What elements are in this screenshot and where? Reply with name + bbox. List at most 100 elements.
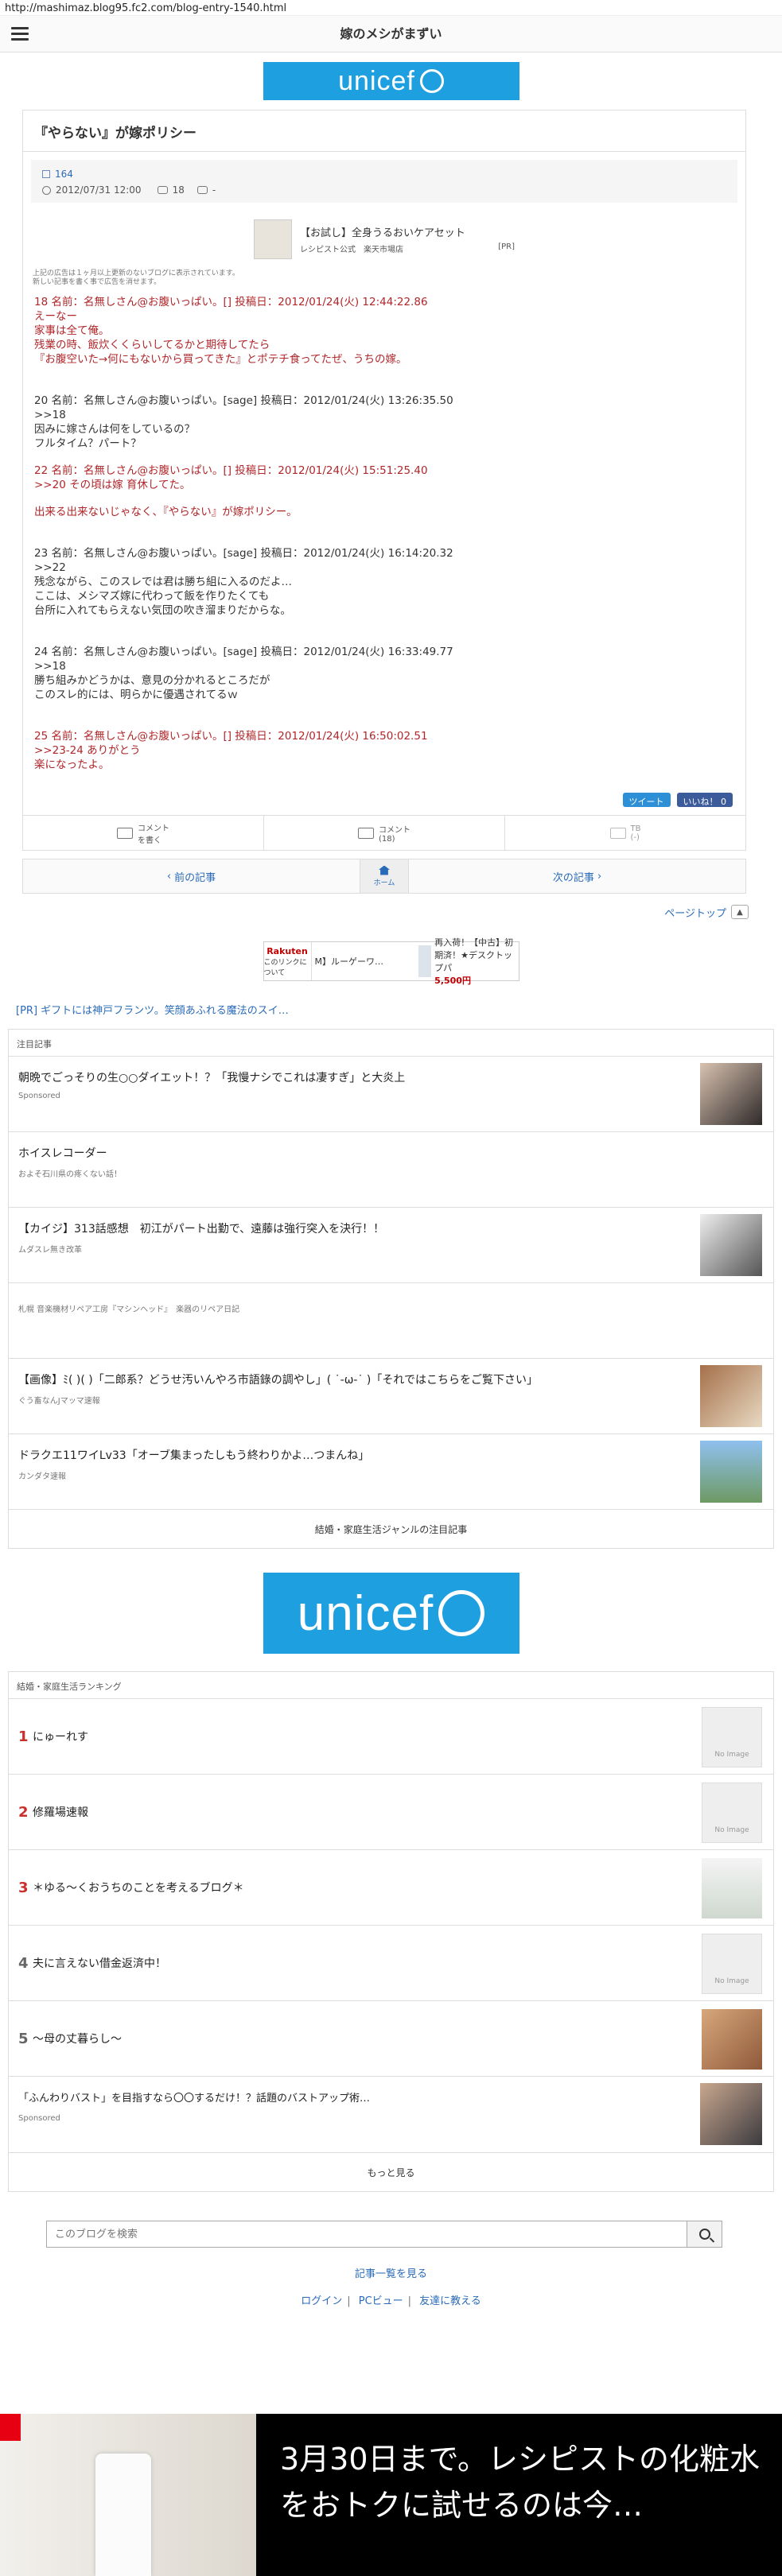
- tb-icon: [609, 827, 626, 839]
- rakuten-item-1[interactable]: M】ルーゲーワ…: [312, 942, 415, 980]
- next-label: 次の記事: [552, 871, 594, 884]
- write-comment-button[interactable]: コメント を書く: [23, 816, 264, 850]
- featured-item[interactable]: 【画像】ﾐ( )( )「二郎系？どうせ汚いんやろ市語錄の調やし」( ˙-ω-˙ …: [9, 1359, 773, 1434]
- featured-item-thumbnail[interactable]: [700, 1441, 762, 1503]
- bottom-ad-text[interactable]: 3月30日まで。レシピストの化粧水をおトクに試せるのは今…: [256, 2414, 782, 2576]
- home-button[interactable]: ホーム: [360, 859, 409, 893]
- sponsored-ad[interactable]: 【お試し】全身うるおいケアセット レシピスト公式 楽天市場店 [PR]: [23, 219, 745, 260]
- rakuten-item-image[interactable]: [418, 945, 432, 977]
- article-body: 18 名前：名無しさん@お腹いっぱい。[] 投稿日：2012/01/24(火) …: [23, 287, 745, 772]
- article-list-link[interactable]: 記事一覧を見る: [0, 2265, 782, 2280]
- featured-item-source: カンダタ速報: [18, 1472, 66, 1481]
- featured-articles: 注目記事 朝晩でごっそりの生○○ダイエット！？「我慢ナシでこれは凄すぎ」と大炎上…: [8, 1029, 774, 1549]
- ranking-item-thumbnail[interactable]: No Image: [702, 1934, 762, 1994]
- featured-item-title[interactable]: ホイスレコーダー: [18, 1145, 671, 1161]
- ranking-number: 1: [18, 1728, 29, 1745]
- ranking-item[interactable]: 3 ＊ゆる～くおうちのことを考えるブログ＊: [9, 1850, 773, 1926]
- pr-link[interactable]: [PR] ギフトには神戸フランツ。笑顔あふれる魔法のスイ…: [16, 1002, 766, 1018]
- prev-label: 前の記事: [174, 871, 216, 884]
- featured-item-source: およそ石川県の疼くない話！: [18, 1170, 122, 1179]
- next-article-link[interactable]: 次の記事 ›: [409, 859, 745, 893]
- ranking-sponsored-thumbnail[interactable]: [700, 2083, 762, 2145]
- category-link[interactable]: 164: [55, 169, 73, 180]
- featured-item[interactable]: 札幌 音楽機材リペア工房『マシンヘッド』 楽器のリペア日記: [9, 1283, 773, 1359]
- ad-title[interactable]: 【お試し】全身うるおいケアセット: [300, 224, 515, 239]
- comment-post: 23 名前：名無しさん@お腹いっぱい。[sage] 投稿日：2012/01/24…: [34, 547, 453, 617]
- unicef-banner-top[interactable]: unicef: [263, 62, 519, 100]
- ranking-sponsored[interactable]: 「ふんわりバスト」を目指すなら〇〇するだけ！？話題のバストアップ術… Spons…: [9, 2077, 773, 2153]
- pc-view-link[interactable]: PCビュー: [359, 2295, 403, 2307]
- hamburger-menu-icon[interactable]: [11, 27, 29, 41]
- ranking-item-thumbnail[interactable]: No Image: [702, 1707, 762, 1767]
- comment-count[interactable]: 18: [173, 184, 185, 196]
- page-top-label: ページトップ: [664, 907, 726, 920]
- article-list-link-text[interactable]: 記事一覧を見る: [355, 2268, 427, 2280]
- featured-item-thumbnail[interactable]: [700, 1063, 762, 1125]
- view-comments-label: コメント (18): [379, 825, 410, 844]
- unicef-logo-text: unicef: [297, 1585, 434, 1641]
- featured-item-thumbnail[interactable]: [700, 1214, 762, 1276]
- featured-item[interactable]: 朝晩でごっそりの生○○ダイエット！？「我慢ナシでこれは凄すぎ」と大炎上 Spons…: [9, 1057, 773, 1132]
- ranking-item[interactable]: 1 にゅーれす No Image: [9, 1699, 773, 1775]
- ranking-item-title[interactable]: 修羅場速報: [33, 1804, 88, 1820]
- rakuten-logo[interactable]: Rakuten このリンクについて: [263, 942, 312, 980]
- ranking-item-thumbnail[interactable]: No Image: [702, 1783, 762, 1843]
- ranking-item-title[interactable]: ～母の丈暮らし～: [33, 2031, 122, 2046]
- ad-pr-label: [PR]: [498, 242, 515, 251]
- ranking-sponsored-label: Sponsored: [18, 2114, 60, 2123]
- ranking-item[interactable]: 2 修羅場速報 No Image: [9, 1775, 773, 1850]
- tweet-button[interactable]: ツイート: [622, 793, 671, 807]
- bottom-ad-image[interactable]: [0, 2414, 256, 2576]
- featured-item-thumbnail[interactable]: [700, 1365, 762, 1427]
- ranking-heading: 結婚・家庭生活ランキング: [9, 1672, 773, 1699]
- pr-link-text[interactable]: [PR] ギフトには神戸フランツ。笑顔あふれる魔法のスイ…: [16, 1005, 289, 1017]
- ranking-item-title[interactable]: にゅーれす: [33, 1728, 88, 1744]
- rakuten-ad[interactable]: Rakuten このリンクについて M】ルーゲーワ… 再入荷！【中古】初期済！★デ…: [263, 937, 519, 986]
- login-link[interactable]: ログイン: [301, 2295, 342, 2307]
- featured-item-source: Sponsored: [18, 1092, 60, 1100]
- featured-item[interactable]: 【カイジ】313話感想 初江がパート出勤で、遠藤は強行突入を決行！！ ムダスレ無き…: [9, 1208, 773, 1283]
- ranking-item-title[interactable]: 夫に言えない借金返済中！: [33, 1955, 166, 1971]
- featured-item-title[interactable]: ドラクエ11ワイLv33「オーブ集まったしもう終わりかよ…つまんね」: [18, 1447, 671, 1463]
- search-button[interactable]: [687, 2221, 722, 2248]
- article-meta: 164 2012/07/31 12:00 18 -: [31, 160, 737, 203]
- comment-post: 25 名前：名無しさん@お腹いっぱい。[] 投稿日：2012/01/24(火) …: [34, 730, 428, 771]
- ranking-number: 4: [18, 1954, 29, 1972]
- ranking-item-thumbnail[interactable]: [702, 2009, 762, 2070]
- featured-item-title[interactable]: 【画像】ﾐ( )( )「二郎系？どうせ汚いんやろ市語錄の調やし」( ˙-ω-˙ …: [18, 1371, 671, 1387]
- rakuten-about-link[interactable]: このリンクについて: [264, 956, 311, 977]
- featured-item-title[interactable]: 朝晩でごっそりの生○○ダイエット！？「我慢ナシでこれは凄すぎ」と大炎上: [18, 1069, 671, 1085]
- ranking-number: 5: [18, 2030, 29, 2047]
- ad-thumbnail[interactable]: [254, 219, 292, 259]
- featured-item-source: ぐう畜なんJマッマ速報: [18, 1397, 100, 1406]
- site-title[interactable]: 嫁のメシがまずい: [0, 16, 782, 52]
- comment-icon: [157, 186, 168, 194]
- more-ranking-button[interactable]: もっと見る: [9, 2153, 773, 2191]
- comment-post: 18 名前：名無しさん@お腹いっぱい。[] 投稿日：2012/01/24(火) …: [34, 296, 428, 366]
- featured-item[interactable]: ホイスレコーダーおよそ石川県の疼くない話！: [9, 1132, 773, 1208]
- featured-item-title[interactable]: 【カイジ】313話感想 初江がパート出勤で、遠藤は強行突入を決行！！: [18, 1220, 671, 1236]
- ranking-sponsored-title[interactable]: 「ふんわりバスト」を目指すなら〇〇するだけ！？話題のバストアップ術…: [18, 2089, 671, 2105]
- ranking-item[interactable]: 5 ～母の丈暮らし～: [9, 2001, 773, 2077]
- like-button[interactable]: いいね！ 0: [676, 793, 733, 807]
- ranking-item-thumbnail[interactable]: [702, 1858, 762, 1918]
- ranking-number: 3: [18, 1879, 29, 1896]
- rakuten-item-2[interactable]: 再入荷！【中古】初期済！★デスクトップパ 5,500円: [415, 937, 519, 986]
- featured-item[interactable]: ドラクエ11ワイLv33「オーブ集まったしもう終わりかよ…つまんね」カンダタ速報: [9, 1434, 773, 1510]
- page-top-link[interactable]: ページトップ ▲: [0, 903, 749, 921]
- view-comments-button[interactable]: コメント (18): [264, 816, 505, 850]
- trackback-count[interactable]: -: [212, 184, 216, 196]
- featured-footer-link[interactable]: 結婚・家庭生活ジャンルの注目記事: [9, 1510, 773, 1548]
- unicef-globe-icon: [419, 69, 444, 93]
- article-actions: コメント を書く コメント (18) TB (-): [23, 815, 745, 850]
- search-input[interactable]: [46, 2221, 687, 2248]
- unicef-banner-bottom[interactable]: unicef: [263, 1573, 519, 1654]
- search-icon: [698, 2229, 710, 2240]
- bottom-banner-ad[interactable]: 3月30日まで。レシピストの化粧水をおトクに試せるのは今…: [0, 2414, 782, 2576]
- tell-friends-link[interactable]: 友達に教える: [419, 2295, 481, 2307]
- ranking-item-title[interactable]: ＊ゆる～くおうちのことを考えるブログ＊: [33, 1880, 244, 1895]
- trackback-button[interactable]: TB (-): [505, 816, 745, 850]
- article-title: 『やらない』が嫁ポリシー: [23, 111, 745, 152]
- prev-article-link[interactable]: ‹ 前の記事: [23, 859, 360, 893]
- ranking-item[interactable]: 4 夫に言えない借金返済中！ No Image: [9, 1926, 773, 2001]
